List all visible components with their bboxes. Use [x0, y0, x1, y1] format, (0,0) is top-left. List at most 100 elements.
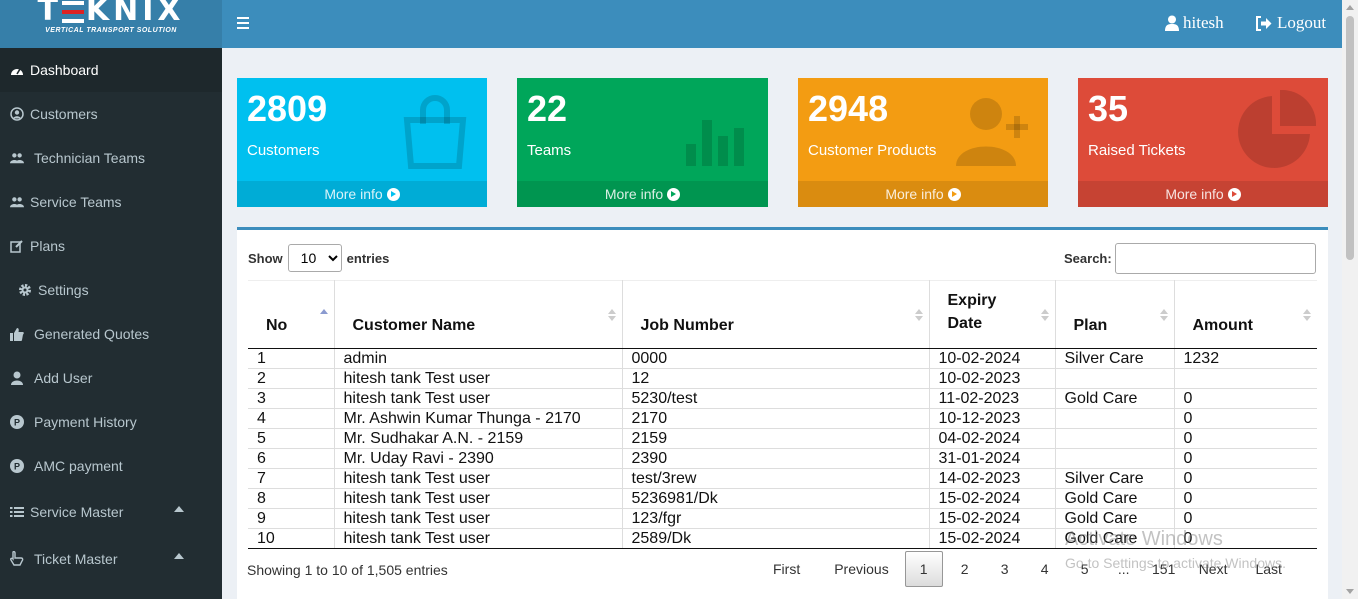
sidebar-item-label: Settings: [38, 282, 89, 298]
sidebar-item-service-teams[interactable]: Service Teams: [0, 180, 222, 224]
table-row[interactable]: 8 hitesh tank Test user 5236981/Dk 15-02-20…: [248, 488, 1317, 509]
table-row[interactable]: 4 Mr. Ashwin Kumar Thunga - 2170 2170 10-12…: [248, 408, 1317, 429]
table-cell: 04-02-2024: [929, 428, 1056, 449]
column-header-job-number[interactable]: Job Number: [622, 280, 930, 349]
pagination-page-4[interactable]: 4: [1025, 551, 1065, 587]
table-row[interactable]: 5 Mr. Sudhakar A.N. - 2159 2159 04-02-2024 0: [248, 428, 1317, 449]
table-cell: 6: [248, 448, 335, 469]
arrow-circle-right-icon: [386, 187, 400, 201]
stat-label: Customers: [247, 142, 320, 159]
table-cell: 31-01-2024: [929, 448, 1056, 469]
pagination-page-2[interactable]: 2: [945, 551, 985, 587]
stat-value: 35: [1088, 88, 1129, 129]
stat-label: Teams: [527, 142, 572, 159]
top-navbar: hitesh Logout: [222, 0, 1342, 48]
table-cell: 15-02-2024: [929, 508, 1056, 529]
table-row[interactable]: 9 hitesh tank Test user 123/fgr 15-02-2024 G…: [248, 508, 1317, 529]
pagination-page-151[interactable]: 151: [1143, 551, 1185, 587]
table-row[interactable]: 7 hitesh tank Test user test/3rew 14-02-202…: [248, 468, 1317, 489]
pagination-previous[interactable]: Previous: [824, 551, 902, 587]
sidebar-item-payment-history[interactable]: P Payment History: [0, 400, 222, 444]
pagination-first[interactable]: First: [763, 551, 824, 587]
user-menu[interactable]: hitesh: [1165, 13, 1224, 33]
sidebar-item-dashboard[interactable]: Dashboard: [0, 48, 222, 92]
column-header-amount[interactable]: Amount: [1174, 280, 1317, 349]
sidebar-item-add-user[interactable]: Add User: [0, 356, 222, 400]
scrollbar-thumb[interactable]: [1346, 16, 1354, 260]
sidebar-item-label: Service Teams: [30, 194, 122, 210]
sidebar: T KNIX VERTICAL TRANSPORT SOLUTION Dashbo…: [0, 0, 222, 599]
table-row[interactable]: 10 hitesh tank Test user 2589/Dk 15-02-2024…: [248, 528, 1317, 549]
table-row[interactable]: 6 Mr. Uday Ravi - 2390 2390 31-01-2024 0: [248, 448, 1317, 469]
table-cell: Gold Care: [1055, 508, 1175, 529]
gear-icon: [18, 283, 32, 297]
search-control: Search:: [1064, 243, 1316, 274]
pagination-last[interactable]: Last: [1237, 551, 1291, 587]
page-scrollbar[interactable]: [1342, 0, 1358, 599]
table-cell: 0: [1174, 488, 1317, 509]
table-cell: 2: [248, 368, 335, 389]
table-cell: [1055, 428, 1175, 449]
column-header-expiry-date[interactable]: Expiry Date: [929, 280, 1056, 349]
sidebar-item-label: Technician Teams: [34, 150, 146, 166]
pagination-page-1[interactable]: 1: [904, 551, 943, 587]
pagination-next[interactable]: Next: [1185, 551, 1238, 587]
sidebar-item-label: Customers: [30, 106, 98, 122]
menu-toggle-icon[interactable]: [237, 17, 249, 29]
table-cell: Gold Care: [1055, 488, 1175, 509]
sidebar-item-amc-payment[interactable]: P AMC payment: [0, 444, 222, 488]
stat-label: Raised Tickets: [1088, 142, 1186, 159]
sidebar-item-service-master[interactable]: Service Master: [0, 488, 222, 535]
logout-button[interactable]: Logout: [1255, 13, 1326, 33]
table-cell: 11-02-2023: [929, 388, 1056, 409]
users-icon: [10, 195, 24, 209]
brand-logo[interactable]: T KNIX VERTICAL TRANSPORT SOLUTION: [0, 0, 222, 48]
stat-box-customer-products: 2948 Customer Products More info: [798, 78, 1048, 207]
sidebar-item-ticket-master[interactable]: Ticket Master: [0, 535, 222, 582]
table-cell: test/3rew: [622, 468, 930, 489]
more-info-link[interactable]: More info: [237, 181, 487, 207]
table-cell: [1055, 368, 1175, 389]
sidebar-item-customers[interactable]: Customers: [0, 92, 222, 136]
user-circle-icon: [10, 107, 24, 121]
table-row[interactable]: 2 hitesh tank Test user 12 10-02-2023: [248, 368, 1317, 389]
table-cell: Gold Care: [1055, 388, 1175, 409]
more-info-link[interactable]: More info: [517, 181, 768, 207]
pagination-page-5[interactable]: 5: [1065, 551, 1105, 587]
column-header-no[interactable]: No: [248, 280, 335, 349]
table-cell: 0: [1174, 468, 1317, 489]
table-row[interactable]: 1 admin 0000 10-02-2024 Silver Care 1232: [248, 348, 1317, 369]
table-cell: 0: [1174, 428, 1317, 449]
sidebar-item-label: AMC payment: [34, 458, 123, 474]
table-cell: Mr. Ashwin Kumar Thunga - 2170: [334, 408, 623, 429]
bar-chart-icon: [676, 90, 756, 170]
table-cell: [1174, 368, 1317, 389]
pagination-page-3[interactable]: 3: [985, 551, 1025, 587]
arrow-circle-right-icon: [947, 187, 961, 201]
sidebar-item-generated-quotes[interactable]: Generated Quotes: [0, 312, 222, 356]
table-row[interactable]: 3 hitesh tank Test user 5230/test 11-02-202…: [248, 388, 1317, 409]
stat-value: 22: [527, 88, 568, 129]
table-cell: 4: [248, 408, 335, 429]
sidebar-item-technician-teams[interactable]: Technician Teams: [0, 136, 222, 180]
more-info-link[interactable]: More info: [1078, 181, 1328, 207]
stat-label: Customer Products: [808, 142, 937, 159]
entries-select[interactable]: 10: [287, 244, 342, 272]
logo-letters: KNIX: [85, 0, 185, 28]
table-cell: 5236981/Dk: [622, 488, 930, 509]
table-cell: hitesh tank Test user: [334, 488, 623, 509]
svg-text:P: P: [14, 418, 20, 428]
stat-value: 2948: [808, 88, 889, 129]
search-input[interactable]: [1114, 243, 1316, 274]
column-header-plan[interactable]: Plan: [1055, 280, 1175, 349]
table-cell: [1055, 448, 1175, 469]
sidebar-item-plans[interactable]: Plans: [0, 224, 222, 268]
sidebar-item-settings[interactable]: Settings: [0, 268, 222, 312]
more-info-link[interactable]: More info: [798, 181, 1048, 207]
table-cell: hitesh tank Test user: [334, 368, 623, 389]
table-cell: 10-02-2024: [929, 348, 1056, 369]
column-header-customer-name[interactable]: Customer Name: [334, 280, 623, 349]
sidebar-item-label: Plans: [30, 238, 66, 254]
stat-box-customers: 2809 Customers More info: [237, 78, 487, 207]
table-cell: 8: [248, 488, 335, 509]
